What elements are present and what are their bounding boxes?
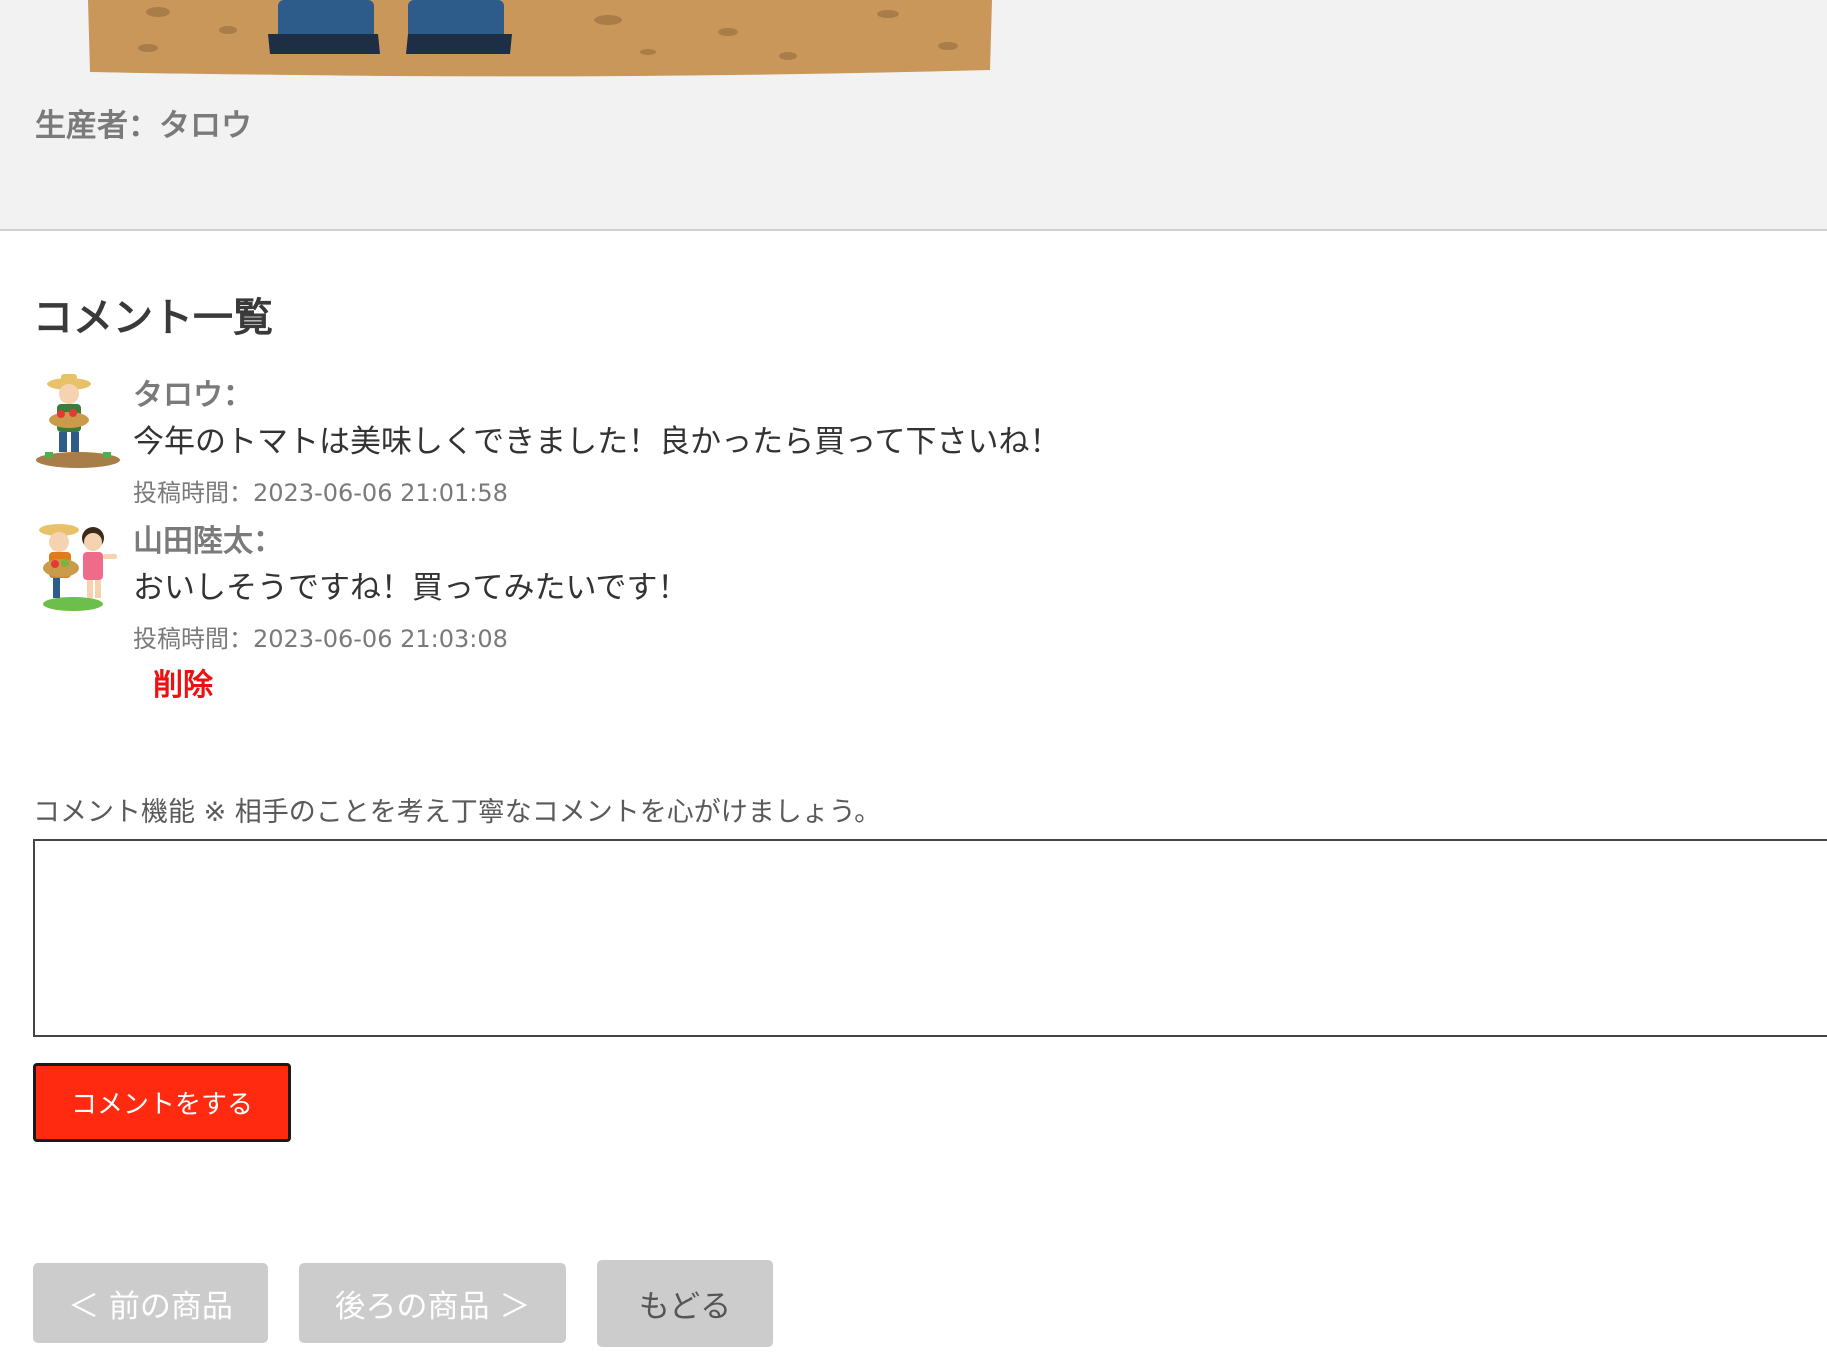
next-product-button[interactable]: 後ろの商品 ＞ (299, 1263, 566, 1343)
delete-comment-link[interactable]: 削除 (153, 660, 213, 704)
product-panel: 生産者：タロウ (0, 0, 1827, 231)
back-button[interactable]: もどる (597, 1260, 773, 1347)
comment-author: タロウ： (133, 378, 253, 413)
comment-text: 今年のトマトは美味しくできました！良かったら買って下さいね！ (133, 424, 1061, 460)
comment-timestamp: 投稿時間：2023-06-06 21:03:08 (133, 625, 508, 653)
previous-product-button[interactable]: ＜ 前の商品 (33, 1263, 268, 1343)
submit-comment-button[interactable]: コメントをする (33, 1063, 291, 1142)
comment-form-label: コメント機能 ※ 相手のことを考え丁寧なコメントを心がけましょう。 (33, 797, 882, 828)
farmer-avatar-icon (36, 374, 120, 468)
couple-avatar-icon (39, 524, 117, 611)
comments-heading: コメント一覧 (33, 295, 273, 341)
comment-author: 山田陸太： (133, 524, 283, 559)
comment-text: おいしそうですね！買ってみたいです！ (133, 570, 689, 606)
comment-timestamp: 投稿時間：2023-06-06 21:01:58 (133, 479, 508, 507)
comment-textarea[interactable] (33, 839, 1827, 1037)
farmer-illustration (88, 0, 992, 77)
producer-name: 生産者：タロウ (35, 108, 252, 144)
